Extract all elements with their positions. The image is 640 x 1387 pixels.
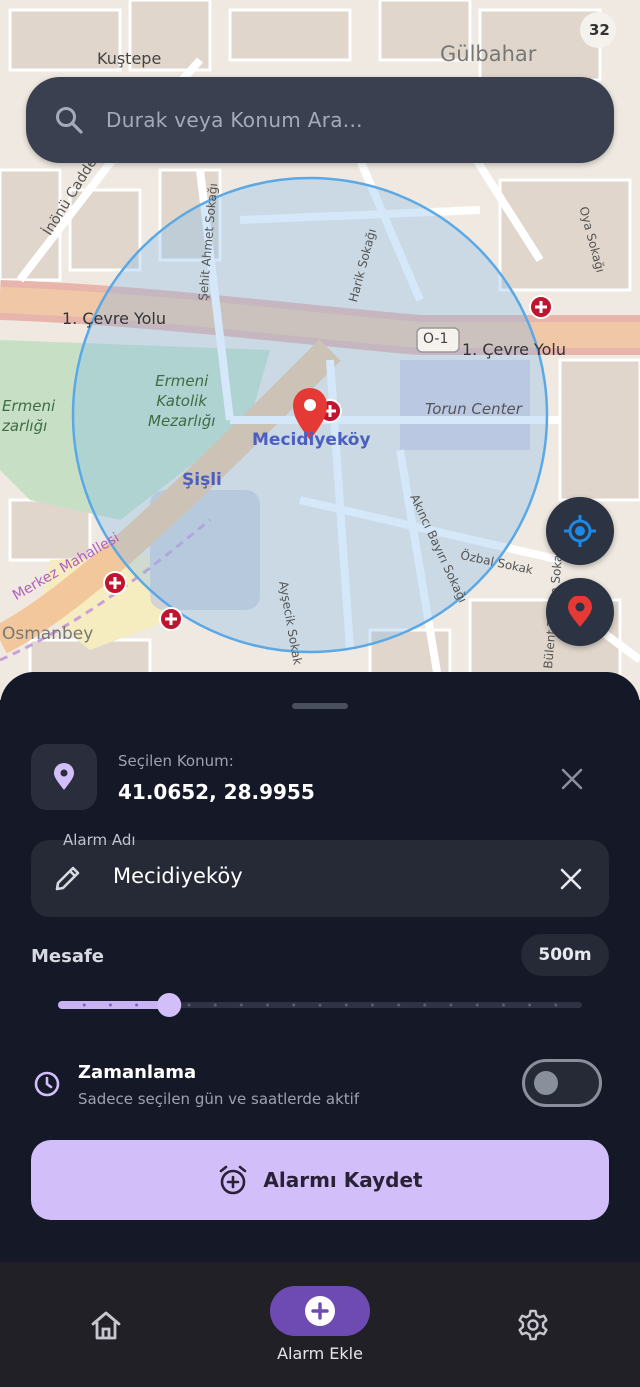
map-label-mecidiyekoy: Mecidiyeköy xyxy=(252,430,371,450)
alarm-name-label: Alarm Adı xyxy=(63,831,136,849)
location-pin-icon xyxy=(54,763,74,790)
selected-location-label: Seçilen Konum: xyxy=(118,752,234,770)
slider-tick xyxy=(318,1003,322,1007)
pick-location-button[interactable] xyxy=(546,578,614,646)
clear-name-button[interactable] xyxy=(555,863,587,895)
save-alarm-label: Alarmı Kaydet xyxy=(263,1168,423,1192)
save-alarm-button[interactable]: Alarmı Kaydet xyxy=(31,1140,609,1220)
search-bar[interactable]: Durak veya Konum Ara... xyxy=(26,77,614,163)
slider-tick xyxy=(370,1003,374,1007)
search-input[interactable]: Durak veya Konum Ara... xyxy=(106,108,363,132)
selected-location-value: 41.0652, 28.9955 xyxy=(118,780,315,804)
map-label-ermeni-mezar: Ermeni zarlığı xyxy=(2,397,56,435)
slider-tick xyxy=(423,1003,427,1007)
slider-tick xyxy=(528,1003,532,1007)
map-label-kustepe: Kuştepe xyxy=(97,49,162,68)
alarm-name-input[interactable]: Mecidiyeköy xyxy=(113,864,243,888)
slider-tick xyxy=(135,1003,139,1007)
map-label-cevre-left: 1. Çevre Yolu xyxy=(62,309,167,328)
bottom-sheet: Seçilen Konum: 41.0652, 28.9955 Mecidiye… xyxy=(0,672,640,1262)
slider-tick xyxy=(82,1003,86,1007)
toggle-knob xyxy=(534,1071,558,1095)
close-icon xyxy=(560,868,582,890)
selected-location-icon-box xyxy=(31,744,97,810)
slider-tick xyxy=(266,1003,270,1007)
bottom-navigation: Alarm Ekle xyxy=(0,1262,640,1387)
alarm-name-field[interactable]: Mecidiyeköy xyxy=(31,840,609,917)
schedule-clock xyxy=(33,1070,61,1102)
slider-thumb xyxy=(157,993,182,1017)
distance-label: Mesafe xyxy=(31,946,105,967)
slider-tick xyxy=(213,1003,217,1007)
pencil-icon xyxy=(55,866,80,891)
slider-fill xyxy=(58,1001,170,1009)
schedule-title: Zamanlama xyxy=(78,1062,197,1083)
hospital-icon xyxy=(159,607,183,631)
alarm-add-icon xyxy=(220,1165,247,1195)
clear-location-button[interactable] xyxy=(556,763,588,795)
slider-tick xyxy=(475,1003,479,1007)
slider-tick xyxy=(239,1003,243,1007)
slider-tick xyxy=(187,1003,191,1007)
slider-tick xyxy=(344,1003,348,1007)
gear-icon xyxy=(518,1309,548,1341)
add-circle-icon xyxy=(305,1296,335,1326)
clock-icon xyxy=(34,1071,60,1097)
nav-settings[interactable] xyxy=(516,1308,550,1346)
nav-add-label[interactable]: Alarm Ekle xyxy=(270,1344,370,1363)
distance-slider[interactable] xyxy=(58,990,582,1020)
slider-tick xyxy=(397,1003,401,1007)
slider-tick xyxy=(292,1003,296,1007)
schedule-toggle[interactable] xyxy=(522,1059,602,1107)
map-label-ermeni-katolik: Ermeni Katolik Mezarlığı xyxy=(148,372,216,430)
schedule-subtitle: Sadece seçilen gün ve saatlerde aktif xyxy=(78,1090,360,1108)
map-badge: 32 xyxy=(589,21,610,39)
sheet-drag-handle[interactable] xyxy=(292,703,348,709)
map-label-torun: Torun Center xyxy=(425,400,522,418)
slider-tick xyxy=(449,1003,453,1007)
hospital-icon xyxy=(529,295,553,319)
distance-value-badge: 500m xyxy=(521,934,609,976)
close-icon xyxy=(561,768,583,790)
nav-home[interactable] xyxy=(89,1309,123,1347)
slider-tick xyxy=(108,1003,112,1007)
map-label-sisli: Şişli xyxy=(182,470,222,490)
location-pin-icon xyxy=(568,596,592,627)
my-location-icon xyxy=(564,515,596,547)
nav-add-alarm[interactable] xyxy=(270,1286,370,1336)
slider-tick xyxy=(501,1003,505,1007)
my-location-button[interactable] xyxy=(546,497,614,565)
map-label-osmanbey: Osmanbey xyxy=(2,624,94,644)
slider-tick xyxy=(554,1003,558,1007)
map-label-gulbahar: Gülbahar xyxy=(440,42,537,66)
map-label-o1: O-1 xyxy=(423,331,449,347)
hospital-icon xyxy=(103,571,127,595)
search-icon xyxy=(56,107,83,134)
home-icon xyxy=(91,1311,121,1340)
map-label-cevre-right: 1. Çevre Yolu xyxy=(462,340,567,359)
